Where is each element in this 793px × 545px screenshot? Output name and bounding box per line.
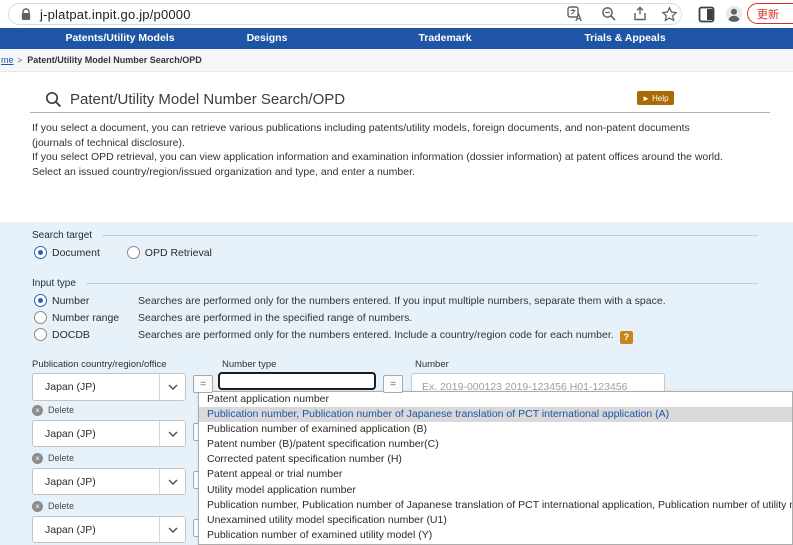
dropdown-option-highlighted[interactable]: Publication number, Publication number o… [199,407,792,422]
radio-number-range[interactable] [34,311,47,324]
browser-toolbar: j-platpat.inpit.go.jp/p0000 更新 [0,0,793,28]
nav-trials-appeals[interactable]: Trials & Appeals [584,32,665,44]
radio-number-label: Number [52,295,89,307]
delete-circle-icon: × [32,405,43,416]
section-divider [86,283,758,284]
nav-trademark[interactable]: Trademark [418,32,471,44]
radio-number[interactable] [34,294,47,307]
column-header-number-type: Number type [222,359,276,370]
delete-row-button[interactable]: ×Delete [32,452,74,464]
country-select-value: Japan (JP) [45,428,159,440]
breadcrumb-current: Patent/Utility Model Number Search/OPD [27,55,202,65]
number-type-combobox[interactable] [218,372,376,390]
search-target-label: Search target [32,230,92,241]
country-select-3[interactable]: Japan (JP) [32,468,186,495]
input-type-label: Input type [32,278,76,289]
country-select-value: Japan (JP) [45,381,159,393]
column-header-country: Publication country/region/office [32,359,167,370]
radio-document[interactable] [34,246,47,259]
breadcrumb-home-link[interactable]: me [1,55,14,65]
delete-circle-icon: × [32,501,43,512]
country-select-value: Japan (JP) [45,476,159,488]
page-title: Patent/Utility Model Number Search/OPD [70,91,345,108]
chevron-down-icon [159,374,185,400]
description-line: If you select a document, you can retrie… [32,121,724,150]
delete-row-button[interactable]: ×Delete [32,500,74,512]
input-type-section-header: Input type [32,278,758,289]
refresh-extension-button[interactable]: 更新 [747,3,793,24]
column-header-number: Number [415,359,449,370]
radio-docdb-label: DOCDB [52,329,90,341]
dropdown-option[interactable]: Publication number, Publication number o… [199,498,792,513]
radio-opd-retrieval[interactable] [127,246,140,259]
chevron-down-icon [159,469,185,494]
radio-opd-retrieval-label: OPD Retrieval [145,247,212,259]
dropdown-option[interactable]: Publication number of examined applicati… [199,422,792,437]
nav-patents-utility-models[interactable]: Patents/Utility Models [65,32,174,44]
search-target-section-header: Search target [32,230,758,241]
lock-icon [20,8,32,21]
description-line: Select an issued country/region/issued o… [32,165,724,180]
page-title-row: Patent/Utility Model Number Search/OPD ►… [30,86,770,113]
radio-number-range-description: Searches are performed in the specified … [138,312,412,324]
radio-document-label: Document [52,247,100,259]
url-text[interactable]: j-platpat.inpit.go.jp/p0000 [40,7,191,22]
country-select-2[interactable]: Japan (JP) [32,420,186,447]
radio-number-range-label: Number range [52,312,119,324]
delete-circle-icon: × [32,453,43,464]
input-type-option-number: Number Searches are performed only for t… [34,294,754,307]
dropdown-option[interactable]: Patent number (B)/patent specification n… [199,437,792,452]
dropdown-option[interactable]: Unexamined utility model specification n… [199,513,792,528]
description-line: If you select OPD retrieval, you can vie… [32,150,724,165]
number-type-dropdown-list: Patent application number Publication nu… [198,391,793,545]
chevron-down-icon [159,421,185,446]
bookmark-star-icon[interactable] [660,5,678,23]
country-select-value: Japan (JP) [45,524,159,536]
breadcrumb-separator-icon: > [18,56,23,65]
search-target-options: Document OPD Retrieval [34,246,212,259]
zoom-icon[interactable] [600,5,618,23]
input-type-option-docdb: DOCDB Searches are performed only for th… [34,328,754,341]
side-panel-icon[interactable] [697,5,715,23]
equal-handle-icon[interactable]: = [383,375,403,393]
share-icon[interactable] [631,5,649,23]
dropdown-option[interactable]: Corrected patent specification number (H… [199,452,792,467]
main-nav: Patents/Utility Models Designs Trademark… [0,28,793,49]
nav-designs[interactable]: Designs [247,32,288,44]
section-divider [102,235,758,236]
dropdown-option[interactable]: Patent application number [199,392,792,407]
dropdown-option[interactable]: Patent appeal or trial number [199,467,792,482]
delete-row-button[interactable]: ×Delete [32,404,74,416]
question-help-icon[interactable]: ? [620,331,633,344]
translate-icon[interactable] [566,5,584,23]
equal-handle-icon[interactable]: = [193,375,213,393]
search-icon [45,91,62,108]
dropdown-option[interactable]: Utility model application number [199,483,792,498]
country-select-4[interactable]: Japan (JP) [32,516,186,543]
country-select-1[interactable]: Japan (JP) [32,373,186,401]
input-type-option-number-range: Number range Searches are performed in t… [34,311,754,324]
help-button[interactable]: ► Help [637,91,674,105]
radio-docdb[interactable] [34,328,47,341]
radio-number-description: Searches are performed only for the numb… [138,295,666,307]
dropdown-option[interactable]: Publication number of examined utility m… [199,528,792,543]
breadcrumb: me > Patent/Utility Model Number Search/… [0,49,793,72]
radio-docdb-description: Searches are performed only for the numb… [138,329,633,344]
chevron-down-icon [159,517,185,542]
profile-avatar-icon[interactable] [725,5,743,23]
page-description: If you select a document, you can retrie… [32,121,724,179]
